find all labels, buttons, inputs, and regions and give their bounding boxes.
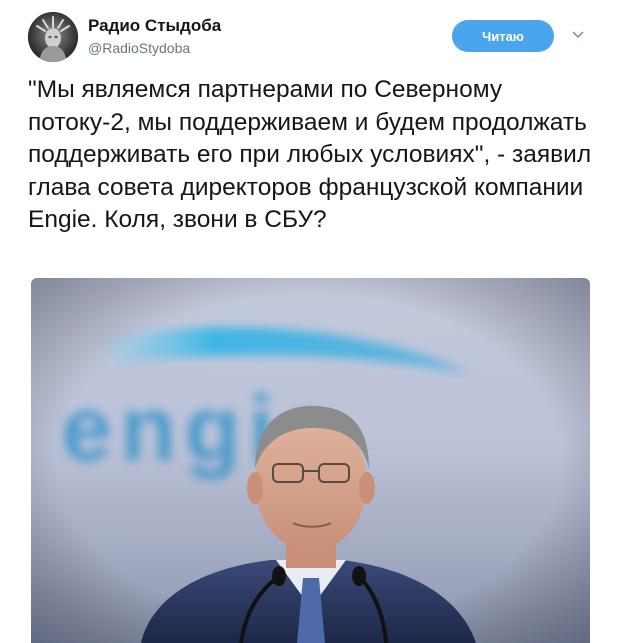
avatar[interactable] [28, 12, 78, 62]
tweet-photo[interactable]: engie [31, 278, 590, 643]
follow-button[interactable]: Читаю [452, 20, 554, 52]
statue-of-liberty-icon [28, 12, 78, 62]
engie-ceo-photo: engie [31, 278, 590, 643]
user-handle[interactable]: @RadioStydoba [88, 40, 190, 56]
tweet-text: "Мы являемся партнерами по Северному пот… [28, 76, 592, 233]
display-name[interactable]: Радио Стыдоба [88, 16, 221, 36]
chevron-down-icon[interactable] [571, 30, 585, 40]
